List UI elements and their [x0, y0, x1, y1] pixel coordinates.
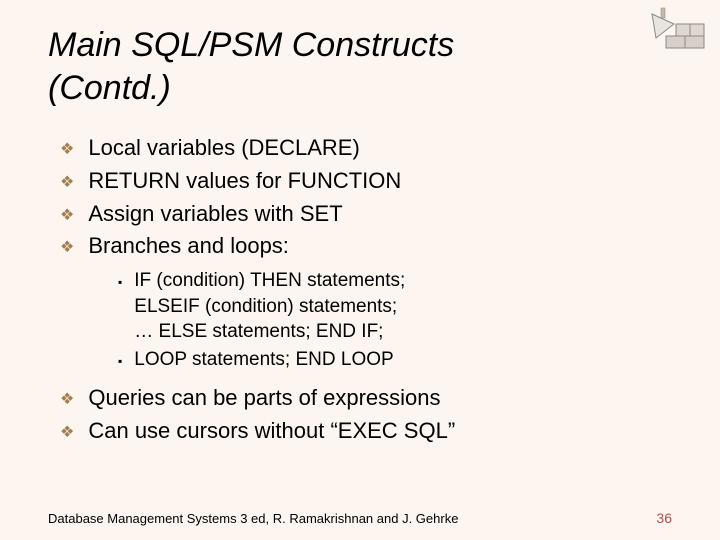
square-bullet-icon: ▪: [118, 353, 122, 369]
bullet-item: ❖ Assign variables with SET: [60, 199, 672, 230]
bullet-text: Branches and loops:: [88, 231, 289, 262]
sub-line: … ELSE statements; END IF;: [134, 319, 405, 345]
bullet-text: Can use cursors without “EXEC SQL”: [88, 416, 455, 447]
title-line-1: Main SQL/PSM Constructs: [48, 26, 454, 64]
diamond-bullet-icon: ❖: [60, 389, 74, 411]
diamond-bullet-icon: ❖: [60, 422, 74, 444]
bullet-text: RETURN values for FUNCTION: [88, 166, 401, 197]
slide-footer: Database Management Systems 3 ed, R. Ram…: [48, 510, 672, 526]
bullet-text: Local variables (DECLARE): [88, 133, 359, 164]
sub-bullet-text: IF (condition) THEN statements; ELSEIF (…: [134, 268, 405, 345]
bullet-item: ❖ Queries can be parts of expressions: [60, 383, 672, 414]
square-bullet-icon: ▪: [118, 274, 122, 290]
title-line-2: (Contd.): [48, 69, 171, 107]
sub-bullet-text: LOOP statements; END LOOP: [134, 347, 393, 373]
diamond-bullet-icon: ❖: [60, 139, 74, 161]
bullet-text: Queries can be parts of expressions: [88, 383, 440, 414]
bullet-item: ❖ Branches and loops:: [60, 231, 672, 262]
page-number: 36: [656, 510, 672, 526]
main-bullet-list-continued: ❖ Queries can be parts of expressions ❖ …: [48, 383, 672, 447]
diamond-bullet-icon: ❖: [60, 172, 74, 194]
sub-line: ELSEIF (condition) statements;: [134, 294, 405, 320]
main-bullet-list: ❖ Local variables (DECLARE) ❖ RETURN val…: [48, 133, 672, 262]
sub-bullet-item: ▪ IF (condition) THEN statements; ELSEIF…: [118, 268, 672, 345]
diamond-bullet-icon: ❖: [60, 237, 74, 259]
diamond-bullet-icon: ❖: [60, 205, 74, 227]
bullet-item: ❖ RETURN values for FUNCTION: [60, 166, 672, 197]
sub-bullet-item: ▪ LOOP statements; END LOOP: [118, 347, 672, 373]
bullet-text: Assign variables with SET: [88, 199, 342, 230]
sub-bullet-list: ▪ IF (condition) THEN statements; ELSEIF…: [48, 268, 672, 373]
bullet-item: ❖ Local variables (DECLARE): [60, 133, 672, 164]
slide-content: Main SQL/PSM Constructs (Contd.) ❖ Local…: [0, 0, 720, 446]
bullet-item: ❖ Can use cursors without “EXEC SQL”: [60, 416, 672, 447]
brick-trowel-graphic: [646, 6, 710, 62]
sub-line: IF (condition) THEN statements;: [134, 268, 405, 294]
footer-text: Database Management Systems 3 ed, R. Ram…: [48, 511, 458, 526]
slide-title: Main SQL/PSM Constructs (Contd.): [48, 24, 672, 109]
